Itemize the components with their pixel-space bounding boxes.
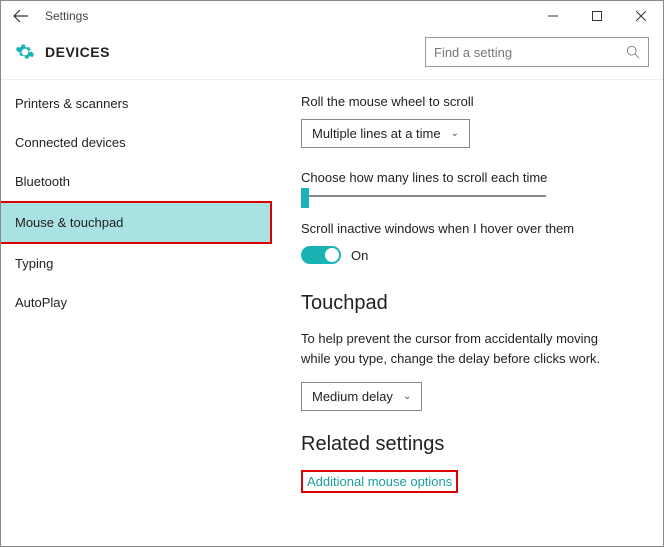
sidebar-item-typing[interactable]: Typing [1,244,273,283]
close-button[interactable] [619,1,663,31]
window-controls [531,1,663,31]
inactive-windows-toggle[interactable] [301,246,341,264]
minimize-icon [548,11,558,21]
chevron-down-icon: ⌄ [403,391,411,402]
sidebar-item-autoplay[interactable]: AutoPlay [1,283,273,322]
maximize-button[interactable] [575,1,619,31]
settings-window: Settings DEVICES Find a setting Printers… [0,0,664,547]
scroll-mode-dropdown[interactable]: Multiple lines at a time ⌄ [301,119,470,148]
sidebar-item-mouse-touchpad[interactable]: Mouse & touchpad [1,201,272,244]
sidebar-item-connected-devices[interactable]: Connected devices [1,123,273,162]
inactive-windows-state: On [351,248,368,263]
header-row: DEVICES Find a setting [1,31,663,79]
lines-label: Choose how many lines to scroll each tim… [301,170,643,185]
slider-track [301,195,546,197]
sidebar: Printers & scanners Connected devices Bl… [1,80,273,546]
scroll-mode-value: Multiple lines at a time [312,126,441,141]
scroll-mode-label: Roll the mouse wheel to scroll [301,94,643,109]
back-arrow-icon [13,8,29,24]
inactive-windows-label: Scroll inactive windows when I hover ove… [301,221,643,236]
content-pane: Roll the mouse wheel to scroll Multiple … [273,80,663,546]
sidebar-item-bluetooth[interactable]: Bluetooth [1,162,273,201]
related-settings-heading: Related settings [301,433,643,456]
slider-thumb[interactable] [301,188,309,208]
search-input[interactable]: Find a setting [425,37,649,67]
additional-mouse-options-link[interactable]: Additional mouse options [301,470,458,493]
back-button[interactable] [1,1,41,31]
maximize-icon [592,11,602,21]
chevron-down-icon: ⌄ [451,128,459,139]
touchpad-delay-value: Medium delay [312,389,393,404]
titlebar: Settings [1,1,663,31]
close-icon [636,11,646,21]
minimize-button[interactable] [531,1,575,31]
gear-icon [15,42,35,62]
search-placeholder: Find a setting [434,45,626,60]
touchpad-heading: Touchpad [301,292,643,315]
sidebar-item-printers[interactable]: Printers & scanners [1,84,273,123]
toggle-knob [325,248,339,262]
window-title: Settings [45,9,88,23]
body: Printers & scanners Connected devices Bl… [1,79,663,546]
page-title: DEVICES [45,44,110,60]
touchpad-description: To help prevent the cursor from accident… [301,329,601,368]
lines-slider[interactable] [301,195,546,197]
search-icon [626,45,640,59]
touchpad-delay-dropdown[interactable]: Medium delay ⌄ [301,382,422,411]
